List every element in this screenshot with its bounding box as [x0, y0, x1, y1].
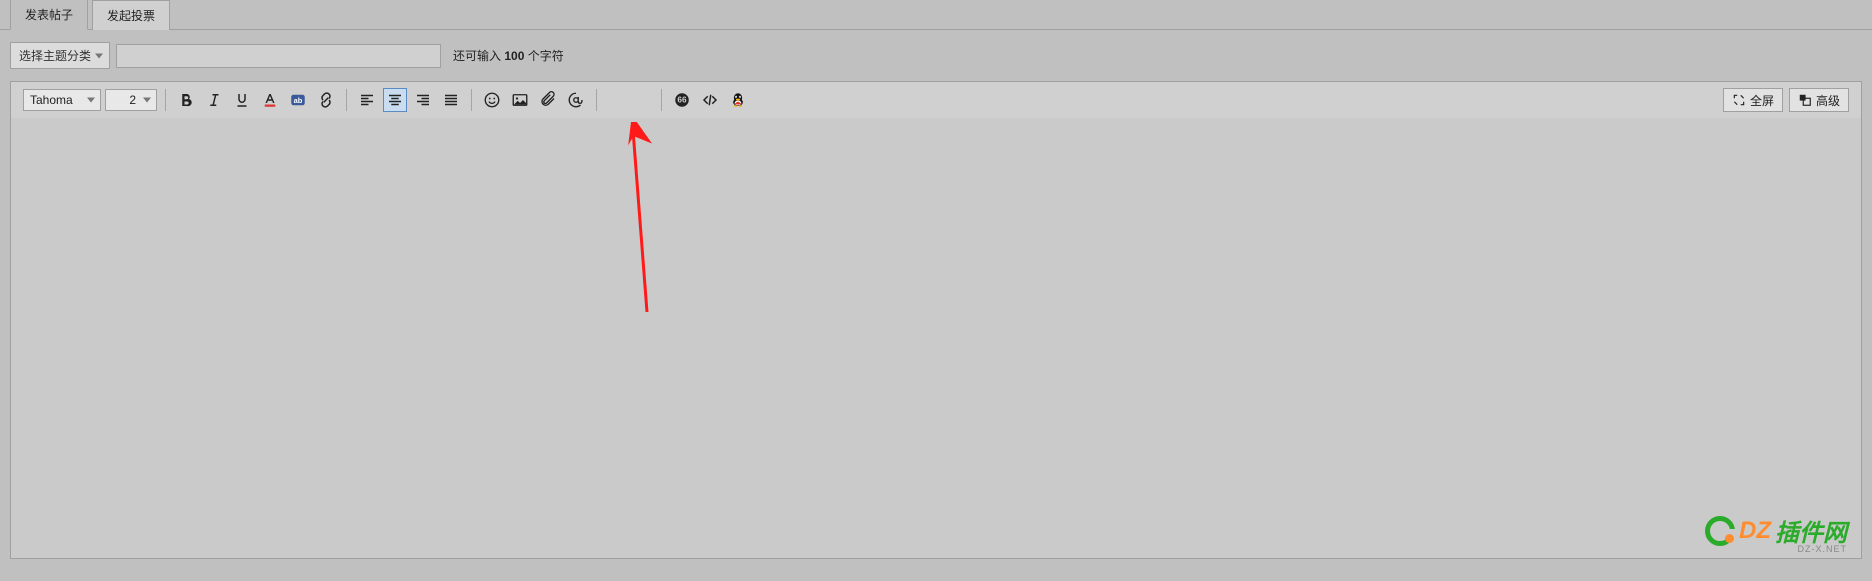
separator	[596, 89, 597, 111]
align-justify-icon	[442, 91, 460, 109]
align-right-icon	[414, 91, 432, 109]
tab-poll[interactable]: 发起投票	[92, 0, 170, 30]
emoji-icon	[483, 91, 501, 109]
counter-prefix: 还可输入	[453, 49, 504, 63]
counter-suffix: 个字符	[524, 49, 563, 63]
qq-button[interactable]	[726, 88, 750, 112]
separator	[471, 89, 472, 111]
editor-toolbar: Tahoma 2 ab	[11, 82, 1861, 118]
watermark-c-icon	[1705, 516, 1735, 546]
svg-text:ab: ab	[294, 96, 303, 105]
attachment-icon	[539, 91, 557, 109]
underline-button[interactable]	[230, 88, 254, 112]
underline-icon	[233, 91, 251, 109]
align-left-icon	[358, 91, 376, 109]
qq-icon	[729, 91, 747, 109]
separator	[346, 89, 347, 111]
char-counter: 还可输入 100 个字符	[453, 47, 564, 64]
watermark-sub: DZ-X.NET	[1798, 544, 1848, 554]
code-button[interactable]	[698, 88, 722, 112]
category-select-label: 选择主题分类	[19, 49, 91, 63]
font-size-label: 2	[129, 93, 136, 107]
attachment-button[interactable]	[536, 88, 560, 112]
separator	[165, 89, 166, 111]
font-color-icon	[261, 91, 279, 109]
bold-icon	[177, 91, 195, 109]
bold-button[interactable]	[174, 88, 198, 112]
align-justify-button[interactable]	[439, 88, 463, 112]
tab-poll-label: 发起投票	[107, 9, 155, 23]
at-button[interactable]	[564, 88, 588, 112]
tab-post[interactable]: 发表帖子	[10, 0, 88, 30]
fullscreen-label: 全屏	[1750, 92, 1774, 109]
subject-row: 选择主题分类 还可输入 100 个字符	[0, 30, 1872, 81]
watermark-text-2: 插件网	[1775, 513, 1847, 548]
italic-icon	[205, 91, 223, 109]
background-color-button[interactable]: ab	[286, 88, 310, 112]
italic-button[interactable]	[202, 88, 226, 112]
code-icon	[701, 91, 719, 109]
tab-post-label: 发表帖子	[25, 8, 73, 22]
at-icon	[567, 91, 585, 109]
image-button[interactable]	[508, 88, 532, 112]
advanced-mode-button[interactable]: 高级	[1789, 88, 1849, 112]
link-button[interactable]	[314, 88, 338, 112]
subject-input[interactable]	[116, 44, 441, 68]
align-left-button[interactable]	[355, 88, 379, 112]
font-size-select[interactable]: 2	[105, 89, 157, 111]
watermark-logo: DZ插件网 DZ-X.NET	[1705, 513, 1847, 548]
advanced-label: 高级	[1816, 92, 1840, 109]
font-color-button[interactable]	[258, 88, 282, 112]
fullscreen-button[interactable]: 全屏	[1723, 88, 1783, 112]
category-select[interactable]: 选择主题分类	[10, 42, 110, 69]
tabs-row: 发表帖子 发起投票	[0, 0, 1872, 30]
toolbar-right: 全屏 高级	[1723, 88, 1855, 112]
font-family-select[interactable]: Tahoma	[23, 89, 101, 111]
quote-icon: 66	[673, 91, 691, 109]
font-family-label: Tahoma	[30, 93, 73, 107]
align-center-button[interactable]	[383, 88, 407, 112]
image-icon	[511, 91, 529, 109]
quote-button[interactable]: 66	[670, 88, 694, 112]
fullscreen-icon	[1732, 93, 1746, 107]
red-arrow-annotation	[619, 122, 659, 322]
counter-number: 100	[504, 49, 524, 63]
editor-body[interactable]: DZ插件网 DZ-X.NET	[11, 118, 1861, 558]
svg-text:66: 66	[677, 95, 687, 104]
separator	[661, 89, 662, 111]
watermark-text-1: DZ	[1739, 517, 1771, 545]
align-right-button[interactable]	[411, 88, 435, 112]
emoji-button[interactable]	[480, 88, 504, 112]
background-color-icon: ab	[289, 91, 307, 109]
align-center-icon	[386, 91, 404, 109]
link-icon	[317, 91, 335, 109]
advanced-icon	[1798, 93, 1812, 107]
editor: Tahoma 2 ab	[10, 81, 1862, 559]
